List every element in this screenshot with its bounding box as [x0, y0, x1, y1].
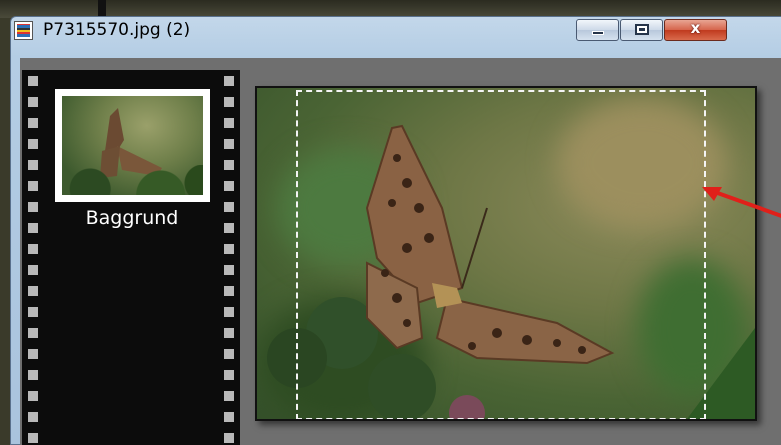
film-perforation [224, 139, 234, 149]
film-perforation [224, 97, 234, 107]
film-perforation [224, 433, 234, 443]
film-perforation [224, 202, 234, 212]
film-perforation [28, 118, 38, 128]
minimize-button[interactable] [576, 19, 619, 41]
film-perforation [28, 391, 38, 401]
film-perforation [28, 265, 38, 275]
maximize-icon [635, 24, 649, 35]
film-perforation [224, 244, 234, 254]
layer-thumbnail[interactable] [55, 89, 210, 202]
film-perforation [224, 160, 234, 170]
film-perforation [28, 307, 38, 317]
film-perforation [224, 76, 234, 86]
film-perforation [28, 433, 38, 443]
film-perforation [28, 349, 38, 359]
film-perforation [224, 307, 234, 317]
layer-thumbnail-image [62, 96, 203, 195]
thumbnail-foliage [62, 165, 203, 195]
film-perforation [28, 244, 38, 254]
layer-label: Baggrund [85, 207, 179, 229]
film-perforation [28, 286, 38, 296]
film-perforation [224, 349, 234, 359]
film-perforation [28, 412, 38, 422]
film-perforation [224, 265, 234, 275]
image-file-icon [14, 21, 33, 40]
film-perforation [224, 328, 234, 338]
selection-marquee[interactable] [296, 90, 706, 419]
film-perforation [28, 97, 38, 107]
film-perforation [28, 181, 38, 191]
film-perforation [224, 181, 234, 191]
film-perforation [28, 76, 38, 86]
film-perforation [224, 370, 234, 380]
image-canvas[interactable] [255, 86, 757, 421]
maximize-button[interactable] [620, 19, 663, 41]
film-perforation [28, 370, 38, 380]
close-icon: x [690, 19, 701, 37]
film-perforation [28, 202, 38, 212]
film-perforation [224, 118, 234, 128]
close-button[interactable]: x [664, 19, 727, 41]
film-perforation [224, 391, 234, 401]
film-perforation [224, 286, 234, 296]
red-arrow-annotation [702, 187, 781, 218]
film-perforation [224, 223, 234, 233]
film-perforation [28, 160, 38, 170]
minimize-icon [592, 31, 604, 35]
film-perforation [28, 223, 38, 233]
film-perforation [28, 328, 38, 338]
window-title: P7315570.jpg (2) [43, 20, 191, 40]
film-perforation [28, 139, 38, 149]
film-perforation [224, 412, 234, 422]
